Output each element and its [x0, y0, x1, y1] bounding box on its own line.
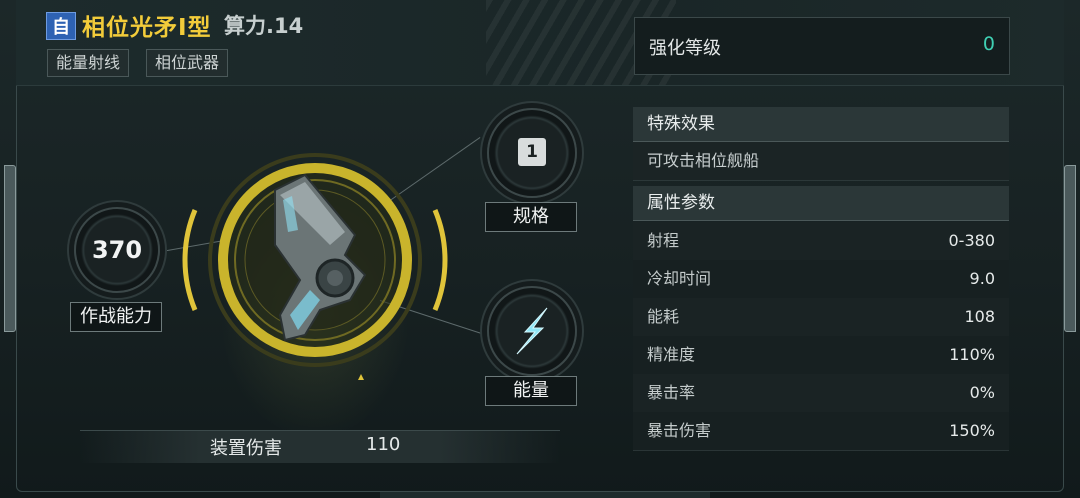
- spec-circle[interactable]: 1: [487, 108, 577, 198]
- right-side-handle: [1064, 165, 1076, 332]
- attribute-value: 108: [964, 307, 995, 326]
- attribute-label: 暴击伤害: [647, 421, 712, 440]
- attribute-label: 能耗: [647, 307, 680, 326]
- enhance-level-value: 0: [982, 33, 995, 55]
- tag-energy-ray: 能量射线: [47, 49, 130, 77]
- attribute-label: 冷却时间: [647, 269, 712, 288]
- weapon-ring: [182, 153, 448, 380]
- attribute-row: 精准度 110%: [633, 336, 1009, 375]
- attribute-row: 能耗 108: [633, 298, 1009, 337]
- device-damage-bar: 装置伤害 110: [80, 430, 560, 463]
- energy-circle[interactable]: [487, 286, 577, 376]
- tag-phase-weapon: 相位武器: [146, 49, 229, 77]
- spec-value: 1: [518, 138, 546, 166]
- bottom-bar: [380, 491, 710, 498]
- special-effect-header: 特殊效果: [633, 107, 1009, 142]
- spec-label: 规格: [485, 202, 577, 232]
- energy-label: 能量: [485, 376, 577, 406]
- equipment-detail-panel: 自 相位光矛I型 算力.14 能量射线 相位武器 强化等级 0 特殊效果 可攻击…: [0, 0, 1080, 498]
- energy-bolt-icon: [516, 307, 548, 355]
- power-label: 算力.14: [224, 14, 304, 38]
- combat-power-label: 作战能力: [70, 302, 162, 332]
- left-side-handle: [4, 165, 16, 332]
- weapon-name: 相位光矛I型: [82, 15, 212, 41]
- attribute-value: 110%: [949, 345, 995, 364]
- device-damage-label: 装置伤害: [210, 438, 282, 459]
- attribute-row: 射程 0-380: [633, 222, 1009, 261]
- attribute-row: 暴击伤害 150%: [633, 412, 1009, 451]
- attribute-label: 精准度: [647, 345, 696, 364]
- attribute-value: 9.0: [969, 269, 995, 288]
- enhance-level-box[interactable]: 强化等级 0: [634, 17, 1010, 75]
- attribute-value: 150%: [949, 421, 995, 440]
- combat-power-circle: 370: [74, 207, 160, 293]
- attribute-value: 0-380: [948, 231, 996, 250]
- attribute-value: 0%: [969, 383, 995, 402]
- special-effect-text: 可攻击相位舰船: [633, 142, 1009, 181]
- enhance-level-label: 强化等级: [649, 38, 721, 59]
- attribute-row: 暴击率 0%: [633, 374, 1009, 413]
- attribute-label: 暴击率: [647, 383, 696, 402]
- attribute-label: 射程: [647, 231, 680, 250]
- combat-power-value: 370: [91, 236, 143, 264]
- device-damage-value: 110: [366, 434, 401, 455]
- attribute-row: 冷却时间 9.0: [633, 260, 1009, 299]
- attributes-header: 属性参数: [633, 186, 1009, 221]
- self-badge: 自: [46, 12, 76, 40]
